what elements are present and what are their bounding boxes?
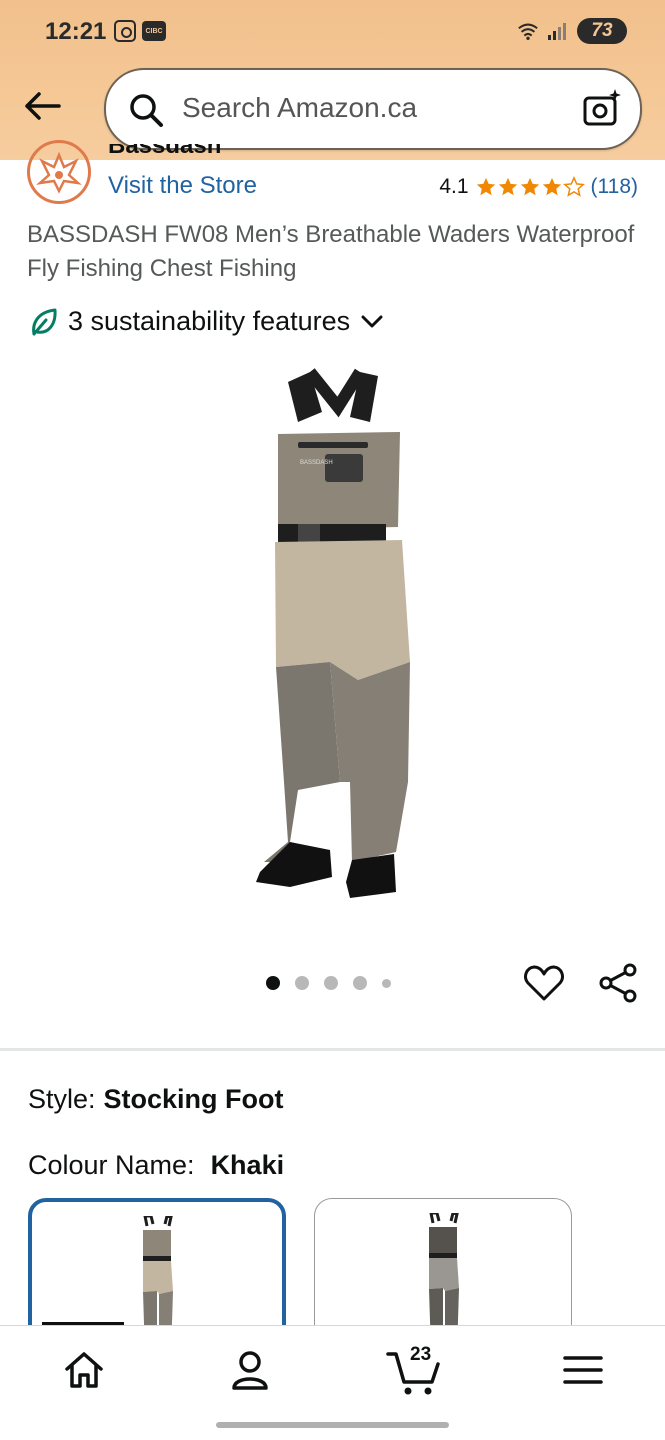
gesture-bar [216, 1422, 449, 1428]
rating-value: 4.1 [439, 175, 469, 198]
status-bar: 12:21 CIBC 73 [0, 0, 665, 62]
rating-summary[interactable]: 4.1 (118) [439, 175, 638, 199]
account-icon[interactable] [228, 1348, 272, 1392]
visit-store-link[interactable]: Visit the Store [108, 172, 257, 200]
sustainability-features-toggle[interactable]: 3 sustainability features [30, 306, 384, 337]
screenshot-icon [114, 20, 136, 42]
star-empty-icon [562, 176, 585, 197]
style-label: Style: [28, 1084, 96, 1114]
status-time: 12:21 [45, 18, 107, 45]
wishlist-heart-icon[interactable] [523, 962, 565, 1004]
camera-search-icon[interactable] [582, 88, 622, 128]
wifi-icon [518, 23, 538, 40]
style-value: Stocking Foot [103, 1084, 284, 1114]
carousel-dot[interactable] [353, 976, 367, 990]
battery-indicator: 73 [577, 18, 627, 44]
menu-icon[interactable] [561, 1348, 605, 1392]
product-image-waders[interactable]: BASSDASH [180, 362, 480, 912]
image-carousel-indicator[interactable] [266, 976, 391, 990]
back-button[interactable] [22, 86, 62, 126]
star-rating [475, 176, 585, 198]
cart-button[interactable]: 23 [386, 1344, 444, 1395]
carousel-dot[interactable] [382, 978, 391, 988]
style-selector: Style: Stocking Foot [28, 1084, 284, 1115]
star-full-icon [520, 177, 539, 196]
search-bar[interactable]: Search Amazon.ca [104, 68, 642, 150]
carousel-dot[interactable] [295, 976, 309, 990]
star-full-icon [542, 177, 561, 196]
search-input[interactable]: Search Amazon.ca [182, 92, 417, 124]
signal-icon [548, 23, 566, 40]
leaf-icon [32, 308, 57, 335]
sustainability-label: 3 sustainability features [68, 306, 351, 336]
rating-count-link[interactable]: (118) [591, 175, 638, 199]
header: 12:21 CIBC 73 Search Amazon.ca [0, 0, 665, 160]
bottom-navigation: 23 [0, 1325, 665, 1440]
carousel-dot[interactable] [324, 976, 338, 990]
back-arrow-icon [25, 92, 61, 120]
star-full-icon [476, 177, 495, 196]
star-full-icon [498, 177, 517, 196]
home-icon[interactable] [62, 1348, 106, 1392]
share-icon[interactable] [597, 962, 639, 1004]
brand-logo[interactable] [27, 140, 91, 204]
status-notification-icons: CIBC [114, 20, 166, 42]
svg-text:BASSDASH: BASSDASH [300, 460, 333, 466]
product-title: BASSDASH FW08 Men’s Breathable Waders Wa… [27, 221, 635, 282]
section-divider [0, 1048, 665, 1051]
chevron-down-icon [361, 315, 383, 327]
carousel-dot-active[interactable] [266, 976, 280, 990]
colour-label: Colour Name: [28, 1150, 195, 1180]
bassdash-logo-icon [36, 151, 82, 194]
bank-app-icon: CIBC [142, 21, 166, 41]
brand-name: Bassdash [108, 144, 222, 159]
colour-value: Khaki [210, 1150, 285, 1180]
colour-selector: Colour Name: Khaki [28, 1150, 284, 1181]
status-right-icons: 73 [517, 18, 627, 44]
search-icon [130, 94, 163, 127]
cart-count-badge: 23 [410, 1344, 432, 1365]
